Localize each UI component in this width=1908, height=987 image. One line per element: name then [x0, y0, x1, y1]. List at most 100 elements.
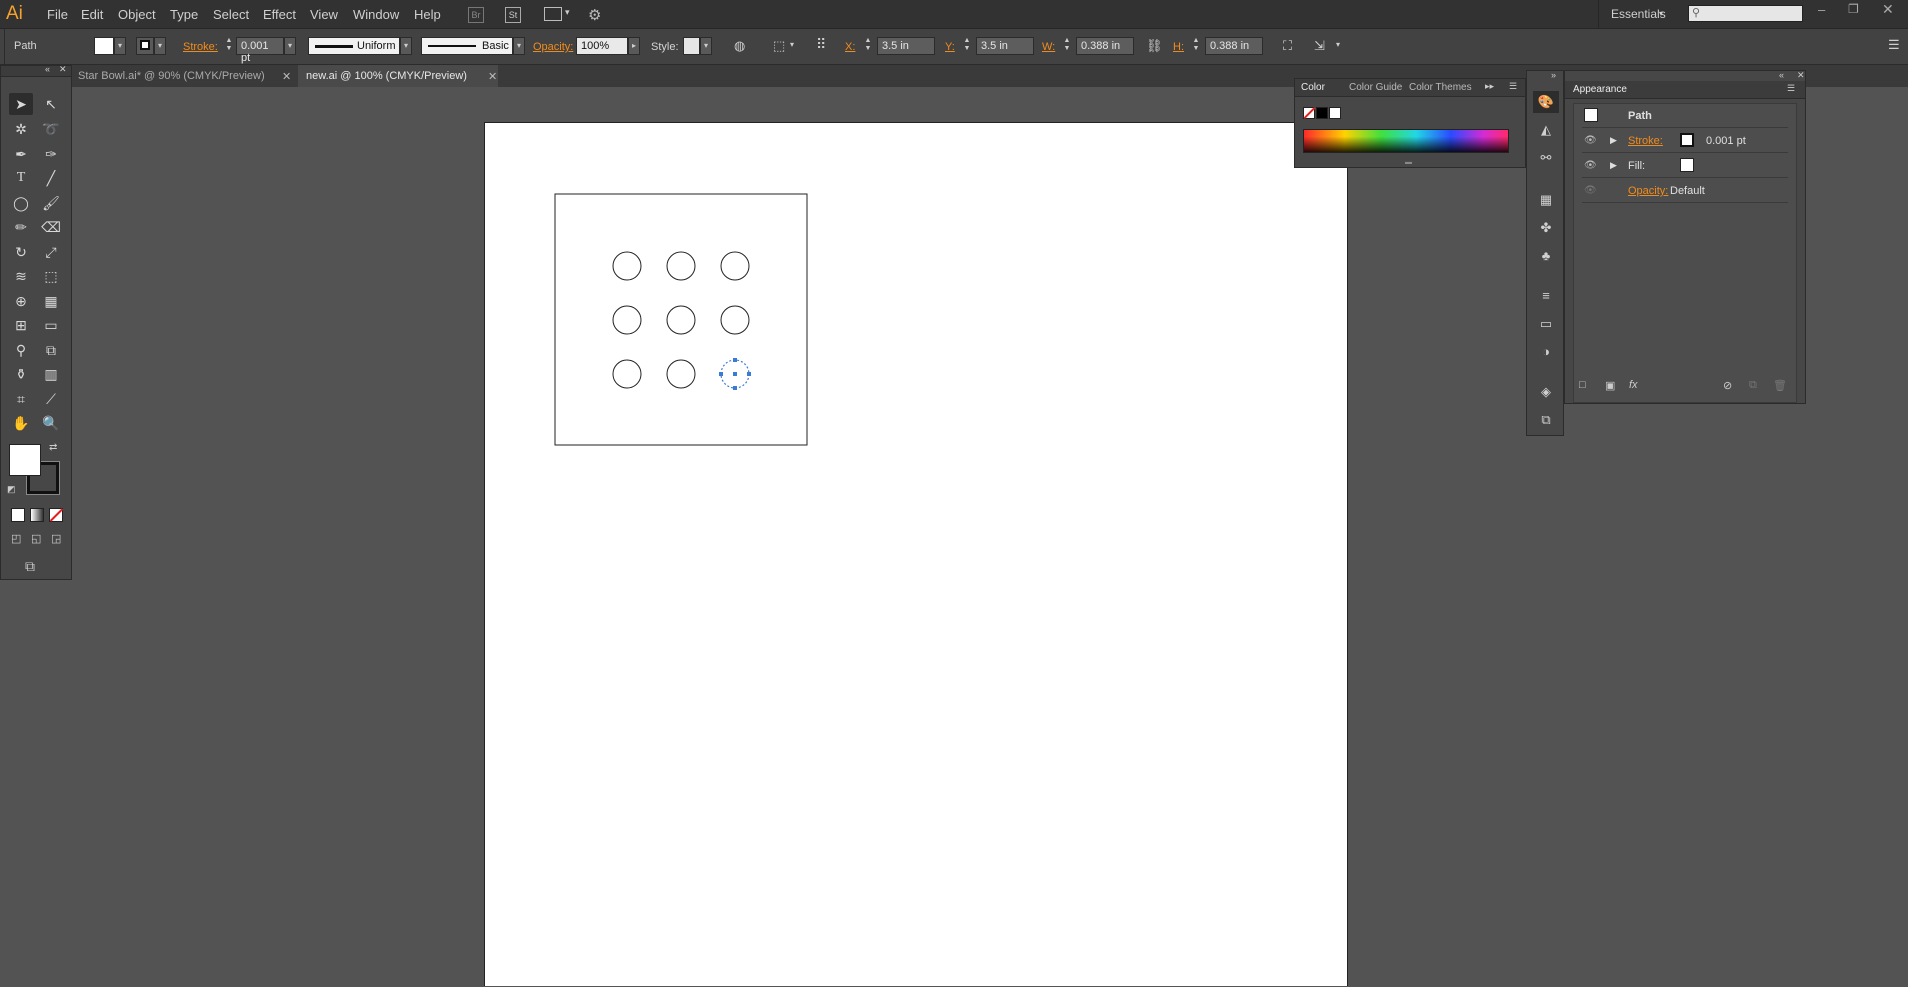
menu-select[interactable]: Select: [213, 7, 249, 22]
draw-inside-icon[interactable]: ◲: [51, 532, 61, 545]
menu-effect[interactable]: Effect: [263, 7, 296, 22]
style-dropdown[interactable]: ▾: [700, 37, 712, 55]
scale-tool-icon[interactable]: ⤢: [39, 241, 63, 263]
lasso-tool-icon[interactable]: ➰: [39, 118, 63, 140]
slice-tool-icon[interactable]: ⟋: [39, 388, 63, 410]
arrange-documents-icon[interactable]: [544, 7, 562, 21]
visibility-eye-icon[interactable]: 👁: [1584, 135, 1597, 146]
artboard[interactable]: [484, 122, 1348, 986]
gpu-performance-icon[interactable]: ⚙: [588, 6, 601, 24]
pencil-tool-icon[interactable]: ✏: [9, 216, 33, 238]
eraser-tool-icon[interactable]: ⌫: [39, 216, 63, 238]
stroke-swatch[interactable]: [136, 37, 154, 55]
brushes-icon[interactable]: ✤: [1533, 217, 1559, 239]
blend-tool-icon[interactable]: ⧉: [39, 339, 63, 361]
minimize-button[interactable]: –: [1818, 2, 1825, 17]
curvature-tool-icon[interactable]: ✑: [39, 143, 63, 165]
menu-window[interactable]: Window: [353, 7, 399, 22]
pen-tool-icon[interactable]: ✒: [9, 143, 33, 165]
color-mode-icon[interactable]: [11, 508, 25, 522]
panel-menu-icon[interactable]: ☰: [1509, 81, 1517, 92]
tab-star-bowl[interactable]: Star Bowl.ai* @ 90% (CMYK/Preview): [70, 65, 295, 87]
resize-handle[interactable]: ▬: [1405, 159, 1412, 166]
none-swatch[interactable]: [1303, 106, 1316, 120]
appearance-fill-row[interactable]: 👁 ▶ Fill:: [1582, 154, 1788, 178]
constrain-proportions-icon[interactable]: ⛓: [1146, 38, 1163, 54]
x-spinner[interactable]: ▲ ▼: [863, 37, 873, 55]
x-label[interactable]: X:: [845, 41, 855, 53]
stroke-label[interactable]: Stroke:: [183, 41, 218, 53]
default-fill-stroke-icon[interactable]: ◩: [7, 484, 16, 495]
menu-view[interactable]: View: [310, 7, 338, 22]
perspective-grid-tool-icon[interactable]: ▦: [39, 290, 63, 312]
isolate-icon[interactable]: ⇲: [1314, 38, 1325, 54]
workspace-switcher[interactable]: Essentials ▾: [1598, 0, 1670, 29]
opacity-row-label[interactable]: Opacity:: [1628, 185, 1668, 197]
tab-new-ai[interactable]: new.ai @ 100% (CMYK/Preview): [298, 65, 498, 87]
artboards-panel-icon[interactable]: ⧉: [1533, 409, 1559, 431]
fill-swatch[interactable]: [94, 37, 114, 55]
align-selection-icon[interactable]: ⬚: [773, 38, 785, 54]
column-graph-tool-icon[interactable]: ▥: [39, 363, 63, 385]
stroke-panel-icon[interactable]: ≡: [1533, 285, 1559, 307]
shape-builder-tool-icon[interactable]: ⊕: [9, 290, 33, 312]
recolor-artwork-icon[interactable]: ◍: [734, 38, 745, 54]
fill-dropdown[interactable]: ▾: [114, 37, 126, 55]
ellipse-tool-icon[interactable]: ◯: [9, 192, 33, 214]
graphic-style-swatch[interactable]: [683, 37, 700, 55]
stroke-swatch[interactable]: [1680, 133, 1694, 147]
visibility-eye-icon[interactable]: 👁: [1584, 160, 1597, 171]
direct-selection-tool-icon[interactable]: ↖: [39, 93, 63, 115]
close-icon[interactable]: ✕: [59, 64, 67, 75]
menu-help[interactable]: Help: [414, 7, 441, 22]
y-label[interactable]: Y:: [945, 41, 955, 53]
x-field[interactable]: 3.5 in: [877, 37, 935, 55]
screen-mode-icon[interactable]: ⧉: [25, 558, 35, 575]
opacity-slider-button[interactable]: ▸: [628, 37, 640, 55]
white-swatch[interactable]: [1329, 107, 1341, 119]
draw-normal-icon[interactable]: ◰: [11, 532, 21, 545]
appearance-object-row[interactable]: Path: [1582, 104, 1788, 128]
layers-panel-icon[interactable]: ◈: [1533, 381, 1559, 403]
w-field[interactable]: 0.388 in: [1076, 37, 1134, 55]
width-tool-icon[interactable]: ≋: [9, 265, 33, 287]
tab-color[interactable]: Color: [1301, 82, 1325, 93]
zoom-tool-icon[interactable]: 🔍: [39, 412, 63, 434]
transparency-panel-icon[interactable]: ◑: [1533, 341, 1559, 363]
chevron-down-icon[interactable]: ▾: [1336, 40, 1340, 49]
opacity-field[interactable]: 100%: [576, 37, 628, 55]
w-spinner[interactable]: ▲ ▼: [1062, 37, 1072, 55]
menu-type[interactable]: Type: [170, 7, 198, 22]
close-button[interactable]: ✕: [1882, 1, 1894, 18]
clear-appearance-icon[interactable]: ⊘: [1723, 379, 1732, 392]
close-icon[interactable]: ✕: [1797, 70, 1805, 81]
gradient-tool-icon[interactable]: ▭: [39, 314, 63, 336]
bridge-button[interactable]: Br: [468, 7, 484, 23]
disclosure-triangle-icon[interactable]: ▶: [1610, 160, 1617, 171]
h-field[interactable]: 0.388 in: [1205, 37, 1263, 55]
appearance-stroke-row[interactable]: 👁 ▶ Stroke: 0.001 pt: [1582, 129, 1788, 153]
toolbox-header[interactable]: « ✕: [1, 64, 71, 77]
artboard-tool-icon[interactable]: ⌗: [9, 388, 33, 410]
fill-row-label[interactable]: Fill:: [1628, 160, 1645, 172]
mesh-tool-icon[interactable]: ⊞: [9, 314, 33, 336]
grip-handle[interactable]: [0, 29, 5, 65]
paintbrush-tool-icon[interactable]: 🖌: [39, 192, 63, 214]
panel-expand-icon[interactable]: ▸▸: [1485, 81, 1494, 92]
add-fill-icon[interactable]: ▣: [1605, 379, 1615, 392]
brush-dropdown[interactable]: ▾: [513, 37, 525, 55]
selection-tool-icon[interactable]: ➤: [9, 93, 33, 115]
transform-icon[interactable]: ⛶: [1283, 38, 1292, 54]
w-label[interactable]: W:: [1042, 41, 1055, 53]
color-guide-icon[interactable]: ◭: [1533, 119, 1559, 141]
h-spinner[interactable]: ▲ ▼: [1191, 37, 1201, 55]
duplicate-item-icon[interactable]: ⧉: [1749, 379, 1757, 392]
tab-color-themes[interactable]: Color Themes: [1409, 82, 1472, 93]
fill-swatch[interactable]: [1680, 158, 1694, 172]
chevron-down-icon[interactable]: ▾: [565, 7, 570, 18]
gradient-panel-icon[interactable]: ▭: [1533, 313, 1559, 335]
reference-point-icon[interactable]: ⠿: [816, 36, 826, 53]
swap-fill-stroke-icon[interactable]: ⇄: [49, 442, 57, 453]
h-label[interactable]: H:: [1173, 41, 1184, 53]
gradient-mode-icon[interactable]: [30, 508, 44, 522]
